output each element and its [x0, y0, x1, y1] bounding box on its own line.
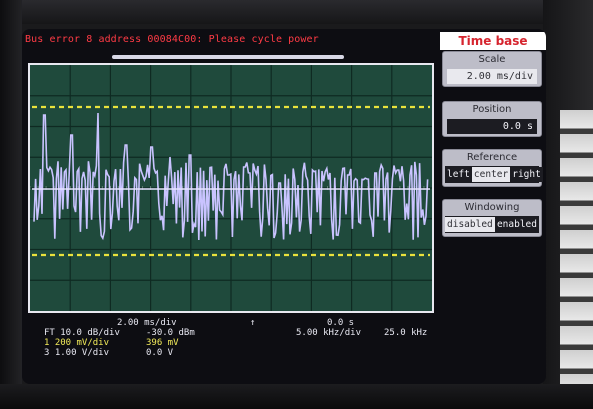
timebase-side-panel: Time base Scale 2.00 ms/div Position 0.0…: [440, 29, 546, 384]
waveform-position-indicator[interactable]: [112, 55, 344, 59]
monitor-bezel-left: [0, 0, 22, 409]
scale-control[interactable]: Scale 2.00 ms/div: [442, 51, 542, 87]
scale-value-field[interactable]: 2.00 ms/div: [447, 69, 537, 84]
position-label: Position: [472, 104, 512, 115]
position-control[interactable]: Position 0.0 s: [442, 101, 542, 137]
reference-option-left[interactable]: left: [445, 167, 472, 182]
windowing-control[interactable]: Windowing disabled enabled: [442, 199, 542, 237]
monitor-bezel-top: [0, 0, 593, 24]
windowing-selector[interactable]: disabled enabled: [445, 216, 539, 233]
position-value-field[interactable]: 0.0 s: [447, 119, 537, 134]
windowing-label: Windowing: [464, 202, 520, 213]
scale-label: Scale: [478, 54, 506, 65]
waveform-display: [30, 65, 432, 311]
reference-option-right[interactable]: right: [510, 167, 543, 182]
monitor-bezel-bottom: [0, 384, 593, 409]
ch3-scale-readout: 3 1.00 V/div: [44, 348, 110, 358]
reference-selector[interactable]: left center right: [445, 166, 543, 183]
reference-option-center[interactable]: center: [471, 167, 511, 182]
measurement-readouts: 2.00 ms/div ↑ 0.0 s FT 10.0 dB/div -30.0…: [44, 318, 444, 378]
error-status-message: Bus error 8 address 00084C00: Please cyc…: [25, 34, 319, 45]
windowing-option-enabled[interactable]: enabled: [494, 217, 539, 232]
waveform-graticule[interactable]: [28, 63, 434, 313]
windowing-option-disabled[interactable]: disabled: [445, 217, 495, 232]
background-vent: [560, 110, 593, 409]
ft-center-frequency-readout: 25.0 kHz: [384, 328, 428, 338]
ch3-offset-readout: 0.0 V: [146, 348, 174, 358]
reference-control[interactable]: Reference left center right: [442, 149, 543, 187]
oscilloscope-screen: Bus error 8 address 00084C00: Please cyc…: [22, 29, 546, 384]
panel-title: Time base: [440, 32, 546, 50]
ft-frequency-division-readout: 5.00 kHz/div: [296, 328, 362, 338]
trigger-marker-icon: ↑: [250, 318, 256, 328]
reference-label: Reference: [466, 152, 518, 163]
